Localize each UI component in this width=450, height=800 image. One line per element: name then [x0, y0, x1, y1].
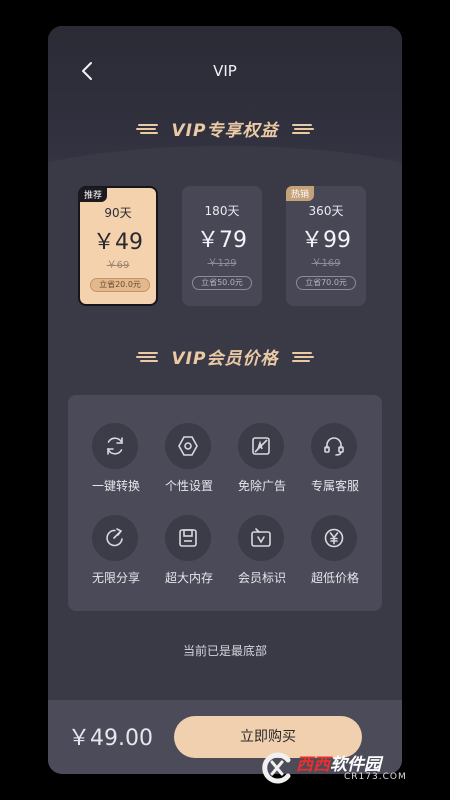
plan-list: 推荐 90天 ￥49 ￥69 立省20.0元 180天 ￥79 ￥129 立省5…	[78, 186, 370, 308]
plan-old-price: ￥69	[106, 260, 130, 271]
benefits-title-text: VIP专享权益	[171, 121, 279, 141]
total-price: ￥49.00	[68, 726, 153, 751]
no-ads-icon	[252, 437, 270, 455]
plan-card-180[interactable]: 180天 ￥79 ￥129 立省50.0元	[182, 186, 262, 306]
wing-right-icon	[292, 351, 315, 362]
benefit-item[interactable]: 个性设置	[153, 423, 225, 503]
benefit-label: 超大内存	[164, 571, 213, 585]
benefit-label: 免除广告	[237, 479, 286, 493]
benefit-icon-bg	[92, 515, 138, 561]
app-screen: VIP VIP专享权益 推荐 90天 ￥49 ￥69 立省20.0元 180天 …	[48, 26, 402, 774]
plan-price: ￥99	[301, 228, 351, 253]
benefit-item[interactable]: 一键转换	[80, 423, 152, 503]
benefit-icon-bg	[165, 423, 211, 469]
page-title: VIP	[213, 62, 237, 80]
benefit-item[interactable]: 超低价格	[299, 515, 371, 595]
benefit-label: 会员标识	[237, 571, 286, 585]
wing-left-icon	[135, 123, 158, 134]
benefit-item[interactable]: 无限分享	[80, 515, 152, 595]
share-icon	[106, 528, 123, 547]
plan-tag: 热销	[286, 186, 315, 201]
plan-days: 90天	[104, 206, 132, 220]
benefits-section-title: VIP专享权益	[48, 116, 402, 141]
benefit-label: 个性设置	[164, 479, 213, 493]
plan-price: ￥79	[197, 228, 247, 253]
site-watermark: 西西软件园 CR173.COM	[258, 748, 434, 788]
plan-old-price: ￥129	[207, 258, 237, 269]
nav-bar: VIP	[48, 56, 402, 86]
benefits-panel: 一键转换 个性设置 免除广告 专属客服 无限分享 超大内存 会员标识 超低价格	[68, 395, 382, 611]
benefit-label: 专属客服	[310, 479, 359, 493]
vip-badge-icon	[251, 528, 271, 547]
plan-price: ￥49	[93, 230, 143, 255]
plan-tag: 推荐	[79, 187, 108, 202]
price-title-text: VIP会员价格	[171, 349, 279, 369]
plan-card-90[interactable]: 推荐 90天 ￥49 ￥69 立省20.0元	[78, 186, 158, 306]
wing-right-icon	[292, 123, 315, 134]
price-section-title: VIP会员价格	[48, 344, 402, 369]
headset-icon	[324, 437, 344, 456]
watermark-subtitle: CR173.COM	[344, 772, 407, 782]
benefit-item[interactable]: 专属客服	[299, 423, 371, 503]
benefit-icon-bg	[165, 515, 211, 561]
watermark-logo-icon	[262, 752, 291, 784]
benefit-label: 无限分享	[91, 571, 140, 585]
hero-background	[48, 26, 402, 226]
end-of-list-hint: 当前已是最底部	[182, 644, 267, 658]
storage-icon	[179, 529, 197, 547]
benefit-icon-bg	[92, 423, 138, 469]
benefit-item[interactable]: 免除广告	[226, 423, 298, 503]
refresh-icon	[107, 437, 123, 455]
plan-save-badge: 立省70.0元	[296, 276, 356, 290]
plan-old-price: ￥169	[311, 258, 341, 269]
settings-icon	[178, 436, 198, 456]
benefit-item[interactable]: 超大内存	[153, 515, 225, 595]
benefit-icon-bg	[238, 515, 284, 561]
plan-days: 180天	[204, 204, 240, 218]
benefit-label: 超低价格	[310, 571, 359, 585]
benefit-icon-bg	[311, 423, 357, 469]
benefit-label: 一键转换	[91, 479, 140, 493]
yen-icon	[324, 528, 344, 548]
plan-days: 360天	[308, 204, 344, 218]
plan-card-360[interactable]: 热销 360天 ￥99 ￥169 立省70.0元	[286, 186, 366, 306]
benefit-item[interactable]: 会员标识	[226, 515, 298, 595]
plan-save-badge: 立省50.0元	[192, 276, 252, 290]
plan-save-badge: 立省20.0元	[90, 278, 150, 292]
wing-left-icon	[135, 351, 158, 362]
benefit-icon-bg	[311, 515, 357, 561]
benefit-icon-bg	[238, 423, 284, 469]
